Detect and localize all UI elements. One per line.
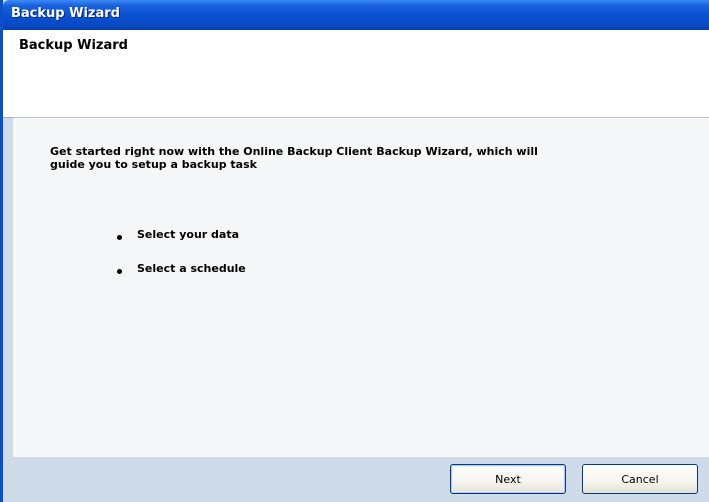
- wizard-content-panel: Get started right now with the Online Ba…: [13, 117, 709, 458]
- bullet-icon: [117, 235, 122, 240]
- wizard-footer: Next Cancel: [3, 457, 709, 502]
- wizard-page-title: Backup Wizard: [19, 38, 128, 53]
- bullet-icon: [117, 269, 122, 274]
- step-select-schedule: Select a schedule: [137, 262, 246, 275]
- window-title: Backup Wizard: [11, 6, 120, 21]
- title-bar[interactable]: Backup Wizard: [3, 0, 709, 30]
- intro-text: Get started right now with the Online Ba…: [50, 145, 538, 171]
- next-button[interactable]: Next: [450, 464, 566, 494]
- backup-wizard-window: Backup Wizard Backup Wizard Get started …: [0, 0, 709, 502]
- step-select-data: Select your data: [137, 228, 240, 241]
- cancel-button[interactable]: Cancel: [582, 464, 698, 494]
